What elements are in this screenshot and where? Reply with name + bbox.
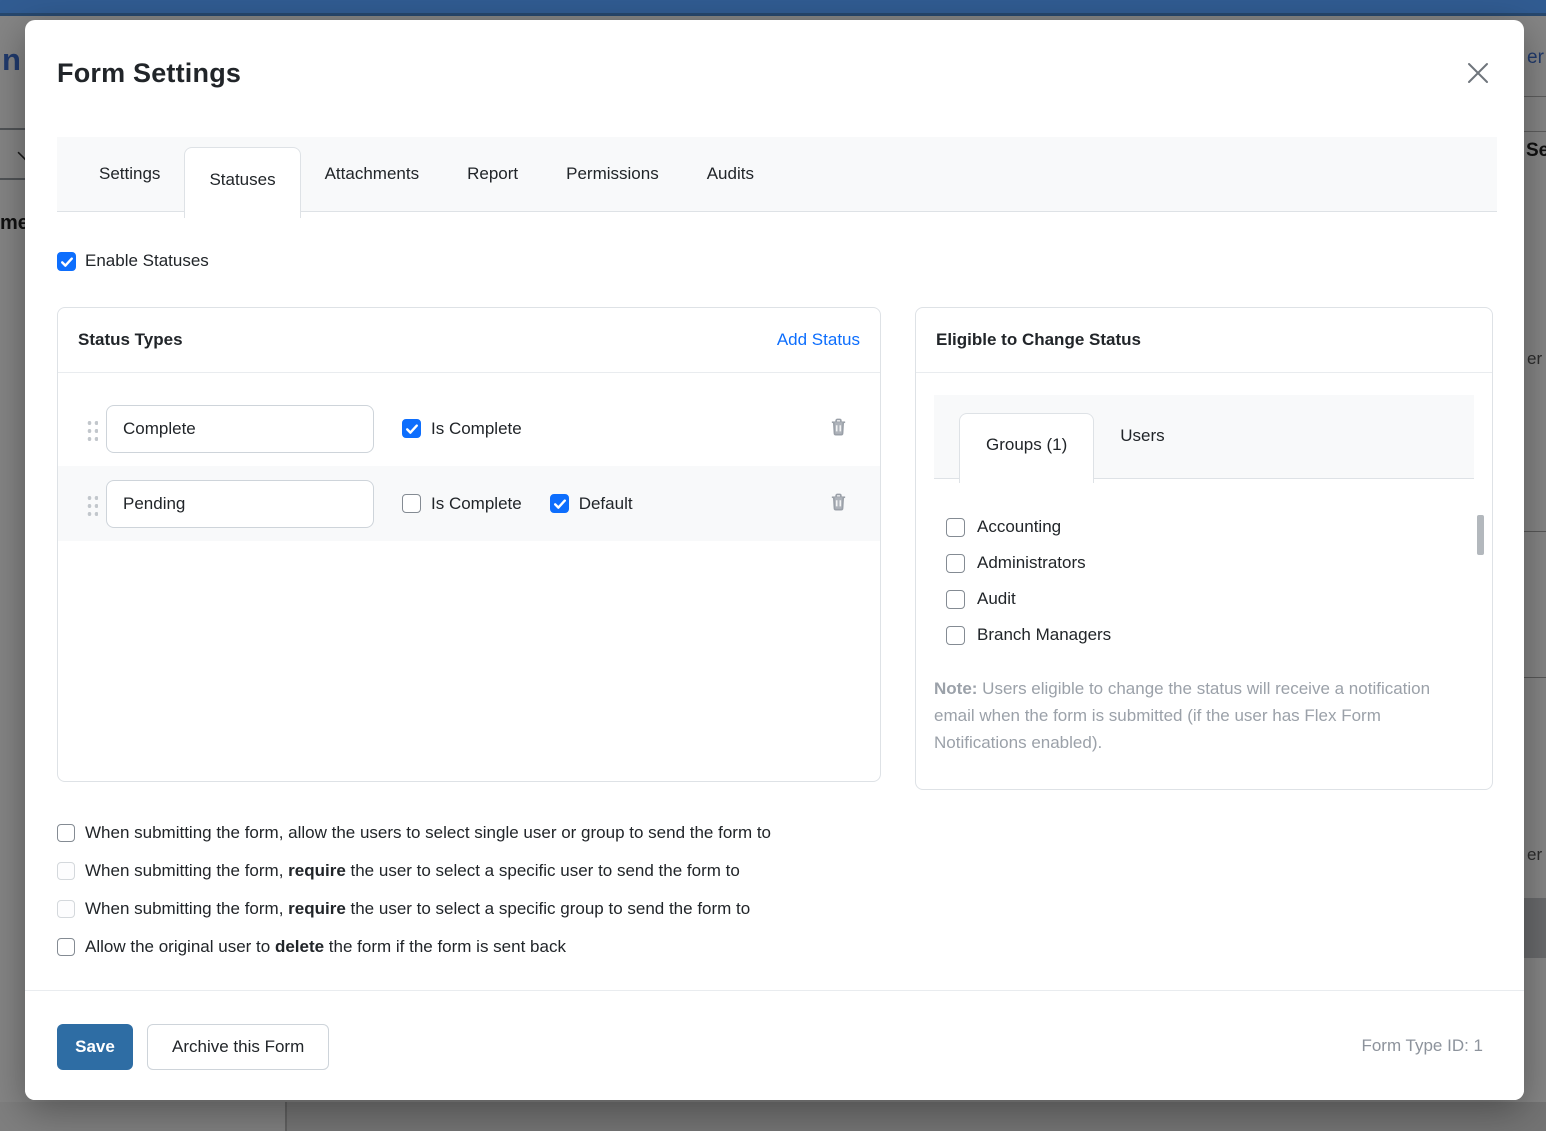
trash-icon bbox=[829, 417, 848, 437]
enable-statuses-row: Enable Statuses bbox=[57, 251, 209, 271]
group-item[interactable]: Branch Managers bbox=[946, 617, 1474, 653]
status-name-input[interactable] bbox=[106, 480, 374, 528]
eligible-note-bold: Note: bbox=[934, 679, 977, 698]
option-checkbox[interactable] bbox=[57, 938, 75, 956]
option-label: Allow the original user to delete the fo… bbox=[85, 937, 566, 957]
tab-statuses[interactable]: Statuses bbox=[184, 147, 300, 218]
group-checkbox[interactable] bbox=[946, 590, 965, 609]
group-list-scrollbar[interactable] bbox=[1477, 515, 1484, 555]
status-name-input[interactable] bbox=[106, 405, 374, 453]
option-label: When submitting the form, allow the user… bbox=[85, 823, 771, 843]
status-types-title: Status Types bbox=[78, 330, 183, 350]
is-complete-checkbox[interactable] bbox=[402, 419, 421, 438]
status-types-panel: Status Types Add Status Is Complete bbox=[57, 307, 881, 782]
eligible-header: Eligible to Change Status bbox=[916, 308, 1492, 373]
panels-row: Status Types Add Status Is Complete bbox=[57, 307, 1493, 790]
tab-groups[interactable]: Groups (1) bbox=[959, 413, 1094, 483]
is-complete-checkbox[interactable] bbox=[402, 494, 421, 513]
modal-title: Form Settings bbox=[57, 58, 241, 89]
tab-permissions[interactable]: Permissions bbox=[542, 136, 683, 211]
group-item[interactable]: Administrators bbox=[946, 545, 1474, 581]
tab-report[interactable]: Report bbox=[443, 136, 542, 211]
modal-tab-bar: Settings Statuses Attachments Report Per… bbox=[57, 137, 1497, 212]
is-complete-label: Is Complete bbox=[431, 419, 522, 439]
status-types-header: Status Types Add Status bbox=[58, 308, 880, 373]
group-item[interactable]: Accounting bbox=[946, 509, 1474, 545]
form-settings-modal: Form Settings Settings Statuses Attachme… bbox=[25, 20, 1524, 1100]
group-label: Audit bbox=[977, 589, 1016, 609]
status-row: Is Complete bbox=[58, 391, 880, 466]
eligible-title: Eligible to Change Status bbox=[936, 330, 1141, 350]
tab-users[interactable]: Users bbox=[1094, 394, 1190, 478]
option-checkbox[interactable] bbox=[57, 824, 75, 842]
modal-footer: Save Archive this Form Form Type ID: 1 bbox=[25, 990, 1524, 1100]
option-checkbox[interactable] bbox=[57, 862, 75, 880]
tab-attachments[interactable]: Attachments bbox=[301, 136, 444, 211]
tab-settings[interactable]: Settings bbox=[75, 136, 184, 211]
default-label: Default bbox=[579, 494, 633, 514]
enable-statuses-label: Enable Statuses bbox=[85, 251, 209, 271]
submit-options: When submitting the form, allow the user… bbox=[57, 814, 771, 966]
group-checkbox[interactable] bbox=[946, 626, 965, 645]
archive-form-button[interactable]: Archive this Form bbox=[147, 1024, 329, 1070]
close-icon[interactable] bbox=[1464, 60, 1492, 88]
enable-statuses-checkbox[interactable] bbox=[57, 252, 76, 271]
group-checkbox[interactable] bbox=[946, 554, 965, 573]
group-label: Administrators bbox=[977, 553, 1086, 573]
eligible-note-text: Users eligible to change the status will… bbox=[934, 679, 1430, 752]
is-complete-label: Is Complete bbox=[431, 494, 522, 514]
eligible-tab-bar: Groups (1) Users bbox=[934, 395, 1474, 479]
trash-icon bbox=[829, 492, 848, 512]
drag-handle-icon[interactable] bbox=[86, 492, 98, 516]
group-item[interactable]: Audit bbox=[946, 581, 1474, 617]
add-status-link[interactable]: Add Status bbox=[777, 330, 860, 350]
delete-status-button[interactable] bbox=[827, 415, 850, 442]
delete-status-button[interactable] bbox=[827, 490, 850, 517]
option-row[interactable]: When submitting the form, allow the user… bbox=[57, 814, 771, 852]
option-row[interactable]: When submitting the form, require the us… bbox=[57, 890, 771, 928]
drag-handle-icon[interactable] bbox=[86, 417, 98, 441]
eligible-note: Note: Users eligible to change the statu… bbox=[934, 675, 1474, 756]
group-list: Accounting Administrators Audit Branch M… bbox=[934, 509, 1474, 653]
app-top-bar bbox=[0, 0, 1546, 16]
form-type-id: Form Type ID: 1 bbox=[1361, 1036, 1483, 1056]
status-row: Is Complete Default bbox=[58, 466, 880, 541]
option-label: When submitting the form, require the us… bbox=[85, 861, 740, 881]
save-button[interactable]: Save bbox=[57, 1024, 133, 1070]
option-row[interactable]: Allow the original user to delete the fo… bbox=[57, 928, 771, 966]
default-checkbox[interactable] bbox=[550, 494, 569, 513]
option-label: When submitting the form, require the us… bbox=[85, 899, 750, 919]
group-checkbox[interactable] bbox=[946, 518, 965, 537]
group-label: Branch Managers bbox=[977, 625, 1111, 645]
option-row[interactable]: When submitting the form, require the us… bbox=[57, 852, 771, 890]
tab-audits[interactable]: Audits bbox=[683, 136, 778, 211]
group-label: Accounting bbox=[977, 517, 1061, 537]
eligible-panel: Eligible to Change Status Groups (1) Use… bbox=[915, 307, 1493, 790]
option-checkbox[interactable] bbox=[57, 900, 75, 918]
